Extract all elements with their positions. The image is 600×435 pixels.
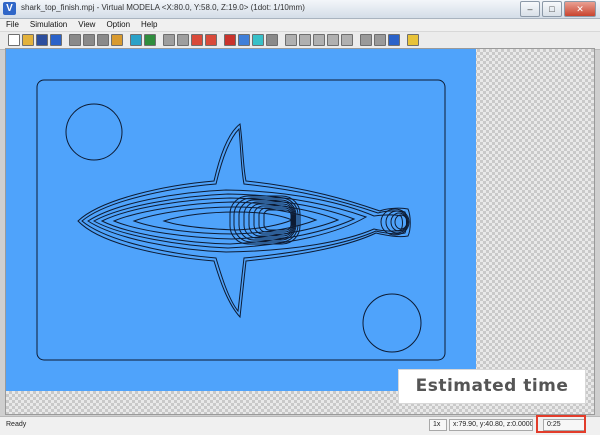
window-controls: – □ ✕: [518, 1, 596, 17]
status-ready: Ready: [6, 421, 27, 428]
grid-d-icon[interactable]: [327, 34, 339, 46]
red-block-icon[interactable]: [224, 34, 236, 46]
menu-simulation[interactable]: Simulation: [24, 19, 72, 31]
estimated-time-highlight-box: [536, 415, 586, 433]
milled-model-drawing: [36, 79, 446, 361]
grid-b-icon[interactable]: [299, 34, 311, 46]
line-icon[interactable]: [177, 34, 189, 46]
simulation-viewport[interactable]: [5, 48, 595, 415]
color-block-icon[interactable]: [238, 34, 250, 46]
open-folder-icon[interactable]: [22, 34, 34, 46]
preview-icon[interactable]: [111, 34, 123, 46]
minimize-button[interactable]: –: [520, 1, 540, 17]
restart-icon[interactable]: [50, 34, 62, 46]
stop-icon[interactable]: [69, 34, 81, 46]
menu-help[interactable]: Help: [135, 19, 162, 31]
menu-view[interactable]: View: [72, 19, 100, 31]
curve-icon[interactable]: [191, 34, 203, 46]
estimated-time-annotation: Estimated time: [398, 369, 586, 404]
view-front-icon[interactable]: [144, 34, 156, 46]
tool-icon[interactable]: [388, 34, 400, 46]
app-icon: V: [3, 2, 16, 15]
title-bar: V shark_top_finish.mpj - Virtual MODELA …: [0, 0, 600, 19]
menu-bar: File Simulation View Option Help: [0, 19, 600, 31]
close-button[interactable]: ✕: [564, 1, 596, 17]
menu-file[interactable]: File: [0, 19, 24, 31]
grid-a-icon[interactable]: [285, 34, 297, 46]
workpiece-surface[interactable]: [6, 49, 476, 391]
play-icon[interactable]: [83, 34, 95, 46]
target-icon[interactable]: [341, 34, 353, 46]
grid-c-icon[interactable]: [313, 34, 325, 46]
star-icon[interactable]: [407, 34, 419, 46]
gear-icon[interactable]: [374, 34, 386, 46]
app-window: V shark_top_finish.mpj - Virtual MODELA …: [0, 0, 600, 435]
step-icon[interactable]: [97, 34, 109, 46]
tool-path-icon[interactable]: [163, 34, 175, 46]
3d-view-icon[interactable]: [205, 34, 217, 46]
status-coordinates: x:79.90, y:40.80, z:0.0000: [449, 419, 533, 431]
window-title: shark_top_finish.mpj - Virtual MODELA <X…: [21, 3, 305, 12]
ball-icon[interactable]: [360, 34, 372, 46]
sphere-icon[interactable]: [266, 34, 278, 46]
new-file-icon[interactable]: [8, 34, 20, 46]
status-bar: Ready 1x x:79.90, y:40.80, z:0.0000 0:25: [0, 416, 600, 435]
view-top-icon[interactable]: [130, 34, 142, 46]
maximize-button[interactable]: □: [542, 1, 562, 17]
hole-top-left: [65, 103, 123, 161]
stock-outline: [36, 79, 446, 361]
save-icon[interactable]: [36, 34, 48, 46]
menu-option[interactable]: Option: [100, 19, 135, 31]
status-zoom: 1x: [429, 419, 447, 431]
cyan-block-icon[interactable]: [252, 34, 264, 46]
hole-bottom-right: [362, 293, 422, 353]
